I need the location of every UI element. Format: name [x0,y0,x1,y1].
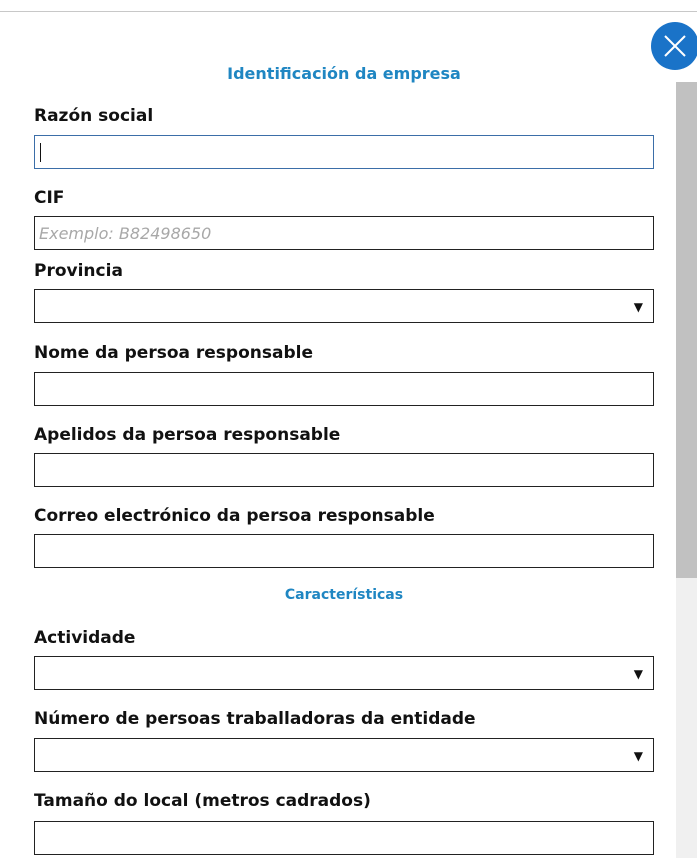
section-title-characteristics: Características [284,587,404,603]
tamano-local-input[interactable] [35,822,653,854]
nome-field[interactable] [34,372,654,406]
text-caret [40,143,41,162]
scroll-thumb[interactable] [676,82,697,578]
label-apelidos: Apelidos da persoa responsable [34,425,341,445]
actividade-select[interactable]: ▼ [34,656,654,690]
label-numero-persoas: Número de persoas traballadoras da entid… [34,709,476,729]
correo-input[interactable] [35,535,653,567]
label-correo: Correo electrónico da persoa responsable [34,506,435,526]
apelidos-input[interactable] [35,454,653,486]
cif-field[interactable] [34,216,654,250]
close-button[interactable] [651,22,697,70]
tamano-local-field[interactable] [34,821,654,855]
label-cif: CIF [34,188,65,208]
razon-social-input[interactable] [35,136,653,168]
nome-input[interactable] [35,373,653,405]
section-title-company: Identificación da empresa [227,64,461,83]
dropdown-arrow-icon: ▼ [633,749,643,763]
dropdown-arrow-icon: ▼ [633,300,643,314]
divider [0,11,697,12]
provincia-select[interactable]: ▼ [34,289,654,323]
modal-page: Identificación da empresa Razón social C… [0,0,697,858]
numero-persoas-select[interactable]: ▼ [34,738,654,772]
label-actividade: Actividade [34,628,136,648]
razon-social-field[interactable] [34,135,654,169]
label-tamano-local: Tamaño do local (metros cadrados) [34,791,371,811]
label-provincia: Provincia [34,261,123,281]
scrollbar[interactable] [676,82,697,858]
label-razon-social: Razón social [34,106,154,126]
cif-input[interactable] [35,217,653,249]
correo-field[interactable] [34,534,654,568]
close-icon [664,35,686,57]
dropdown-arrow-icon: ▼ [633,667,643,681]
label-nome: Nome da persoa responsable [34,343,313,363]
apelidos-field[interactable] [34,453,654,487]
